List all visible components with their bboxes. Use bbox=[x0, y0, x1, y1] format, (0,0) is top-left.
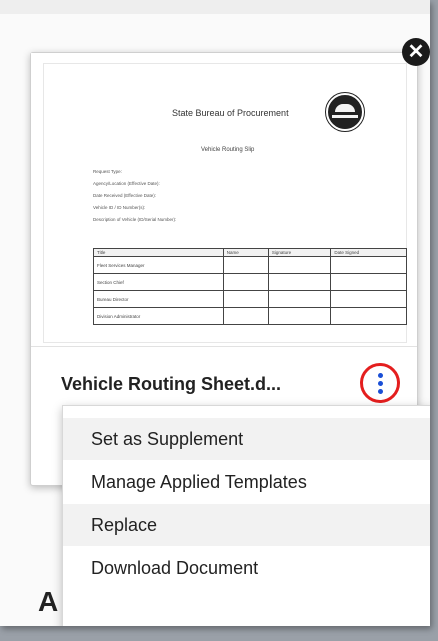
table-row: Division Administrator bbox=[93, 307, 407, 325]
page-canvas: A e State Bureau of Procurement Vehicle … bbox=[0, 0, 430, 626]
table-cell bbox=[267, 307, 332, 325]
menu-item-set-as-supplement[interactable]: Set as Supplement bbox=[63, 418, 430, 461]
kebab-dot bbox=[378, 389, 383, 394]
kebab-vertical-icon bbox=[378, 373, 383, 378]
form-title: Vehicle Routing Slip bbox=[201, 147, 255, 153]
menu-item-download-document[interactable]: Download Document bbox=[63, 547, 430, 590]
table-cell bbox=[330, 256, 407, 274]
table-cell bbox=[330, 307, 407, 325]
state-seal-icon bbox=[325, 92, 365, 132]
table-cell: Section Chief bbox=[93, 273, 224, 291]
table-cell bbox=[267, 273, 332, 291]
form-fields: Request Type: Agency/Location (Effective… bbox=[93, 166, 176, 226]
table-cell bbox=[222, 307, 269, 325]
menu-item-replace[interactable]: Replace bbox=[63, 504, 430, 547]
table-row: Fleet Services Manager bbox=[93, 256, 407, 274]
form-field: Vehicle ID / ID Number(s): bbox=[93, 205, 146, 210]
table-row: Section Chief bbox=[93, 273, 407, 291]
table-cell bbox=[222, 290, 269, 308]
table-cell: Fleet Services Manager bbox=[93, 256, 224, 274]
background-heading-start: A bbox=[38, 586, 59, 617]
table-header: Title bbox=[93, 248, 224, 257]
file-name: Vehicle Routing Sheet.d... bbox=[61, 374, 282, 394]
table-cell bbox=[267, 256, 332, 274]
form-field: Agency/Location (Effective Date): bbox=[93, 181, 160, 186]
table-header: Signature bbox=[267, 248, 332, 257]
table-cell bbox=[330, 273, 407, 291]
table-header: Name bbox=[222, 248, 269, 257]
close-icon[interactable]: ✕ bbox=[402, 38, 430, 66]
table-row: Bureau Director bbox=[93, 290, 407, 308]
table-cell: Division Administrator bbox=[93, 307, 224, 325]
table-cell bbox=[222, 273, 269, 291]
form-field: Date Received (Effective Date): bbox=[93, 193, 156, 198]
document-thumbnail[interactable]: State Bureau of Procurement Vehicle Rout… bbox=[31, 53, 417, 347]
top-bar bbox=[0, 0, 430, 14]
form-field: Description of Vehicle (ID/Serial Number… bbox=[93, 217, 177, 222]
menu-item-manage-applied-templates[interactable]: Manage Applied Templates bbox=[63, 461, 430, 504]
more-options-button[interactable] bbox=[360, 363, 400, 403]
table-cell bbox=[330, 290, 407, 308]
table-cell bbox=[267, 290, 332, 308]
kebab-dot bbox=[378, 381, 383, 386]
table-header-row: Title Name Signature Date Signed bbox=[93, 248, 407, 257]
routing-table: Title Name Signature Date Signed Fleet S… bbox=[93, 248, 407, 325]
table-cell: Bureau Director bbox=[93, 290, 224, 308]
form-field: Request Type: bbox=[93, 169, 122, 174]
table-cell bbox=[222, 256, 269, 274]
table-header: Date Signed bbox=[330, 248, 407, 257]
agency-name: State Bureau of Procurement bbox=[172, 108, 289, 118]
context-menu: Set as Supplement Manage Applied Templat… bbox=[62, 405, 430, 626]
document-page-preview: State Bureau of Procurement Vehicle Rout… bbox=[43, 63, 407, 343]
